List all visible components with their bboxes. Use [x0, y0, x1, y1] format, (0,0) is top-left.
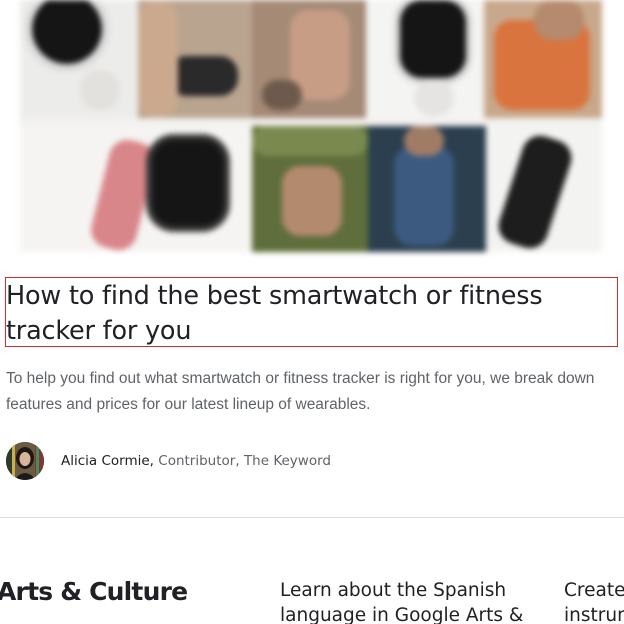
article-subtitle: To help you find out what smartwatch or …: [6, 366, 624, 417]
hero-tile: [484, 0, 602, 118]
related-card-title[interactable]: Learn about the Spanish language in Goog…: [280, 578, 540, 624]
hero-tile: [20, 0, 138, 118]
hero-tile: [366, 0, 484, 118]
hero-tile: [20, 126, 252, 252]
article-subtitle-line: features and prices for our latest lineu…: [6, 395, 371, 413]
article-title-line: How to find the best smartwatch or fitne…: [6, 281, 543, 311]
related-card-line: instrun: [564, 605, 624, 624]
related-card-title[interactable]: Create instrun: [564, 578, 624, 624]
hero-tile: [486, 126, 602, 252]
hero-tile: [138, 0, 252, 118]
author-avatar-icon: [6, 442, 44, 480]
hero-tile: [252, 0, 366, 118]
author-text: Alicia Cormie, Contributor, The Keyword: [61, 453, 331, 469]
related-card-line: Learn about the Spanish: [280, 580, 507, 601]
author-role: Contributor, The Keyword: [153, 453, 331, 469]
hero-image[interactable]: [20, 0, 602, 252]
article-title[interactable]: How to find the best smartwatch or fitne…: [6, 279, 606, 349]
section-divider: [0, 517, 624, 518]
related-brand-title[interactable]: Arts & Culture: [0, 577, 188, 606]
article-title-line: tracker for you: [6, 316, 192, 346]
article-subtitle-line: To help you find out what smartwatch or …: [6, 370, 595, 387]
hero-tile: [252, 126, 368, 252]
related-card-line: Create: [564, 580, 624, 601]
hero-tile: [368, 126, 486, 252]
avatar[interactable]: [6, 442, 44, 480]
related-card-line: language in Google Arts &: [280, 605, 524, 624]
author-name[interactable]: Alicia Cormie,: [61, 453, 154, 469]
article-page: How to find the best smartwatch or fitne…: [0, 0, 624, 624]
author-byline: Alicia Cormie, Contributor, The Keyword: [6, 441, 331, 481]
